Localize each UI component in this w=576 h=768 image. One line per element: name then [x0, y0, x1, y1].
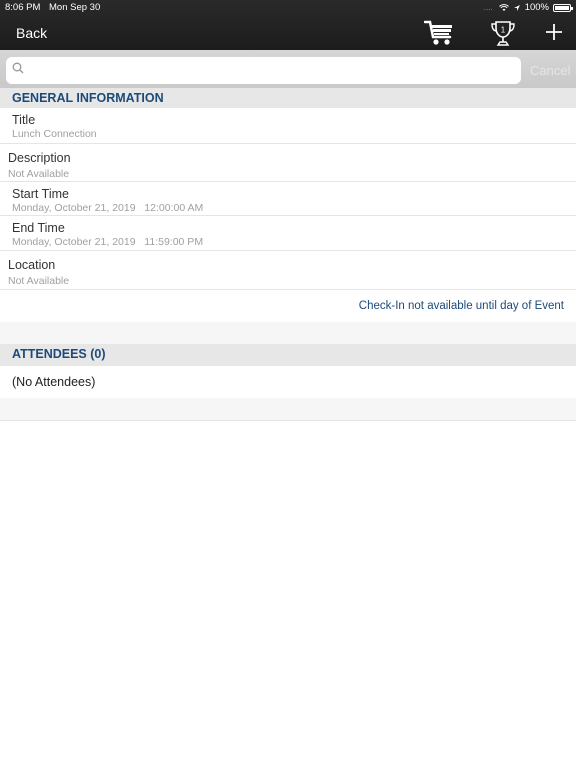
status-bar: 8:06 PM Mon Sep 30 .... 100% [0, 0, 576, 16]
end-time-value: Monday, October 21, 2019 11:59:00 PM [12, 236, 204, 248]
search-input[interactable] [6, 57, 521, 84]
back-button[interactable]: Back [16, 25, 47, 41]
status-time: 8:06 PM [5, 2, 41, 13]
description-row: Description Not Available [0, 144, 576, 182]
location-icon [513, 4, 520, 11]
section-title: GENERAL INFORMATION [12, 91, 164, 105]
location-label: Location [8, 258, 56, 272]
end-time-label: End Time [12, 221, 65, 235]
location-row: Location Not Available [0, 251, 576, 290]
signal-icon: .... [483, 3, 493, 12]
attendees-title: ATTENDEES (0) [12, 347, 106, 361]
cancel-button[interactable]: Cancel [530, 63, 570, 78]
wifi-icon [498, 3, 509, 11]
section-spacer [0, 322, 576, 344]
general-information-header: GENERAL INFORMATION [0, 88, 576, 108]
start-time-label: Start Time [12, 187, 69, 201]
title-row: Title Lunch Connection [0, 108, 576, 144]
attendees-header: ATTENDEES (0) [0, 344, 576, 366]
add-button[interactable] [543, 20, 565, 44]
battery-icon [553, 3, 573, 12]
divider [0, 420, 576, 421]
description-label: Description [8, 151, 71, 165]
cart-icon[interactable] [423, 18, 457, 48]
top-bar: 8:06 PM Mon Sep 30 .... 100% Back 1 [0, 0, 576, 50]
status-right: .... 100% [483, 2, 573, 13]
navigation-bar: Back 1 [0, 16, 576, 50]
trophy-count: 1 [501, 26, 506, 35]
location-value: Not Available [8, 275, 70, 287]
status-date: Mon Sep 30 [49, 2, 101, 13]
checkin-note: Check-In not available until day of Even… [358, 300, 564, 312]
title-value: Lunch Connection [12, 128, 97, 140]
no-attendees-text: (No Attendees) [12, 375, 96, 389]
search-icon [12, 62, 24, 74]
end-time-row: End Time Monday, October 21, 2019 11:59:… [0, 216, 576, 251]
battery-percent: 100% [524, 2, 549, 13]
bottom-spacer [0, 398, 576, 420]
start-time-row: Start Time Monday, October 21, 2019 12:0… [0, 182, 576, 216]
search-bar: Cancel [0, 50, 576, 90]
plus-icon [546, 24, 562, 40]
start-time-value: Monday, October 21, 2019 12:00:00 AM [12, 202, 204, 214]
trophy-icon[interactable]: 1 [488, 19, 518, 49]
title-label: Title [12, 113, 36, 127]
description-value: Not Available [8, 168, 70, 180]
